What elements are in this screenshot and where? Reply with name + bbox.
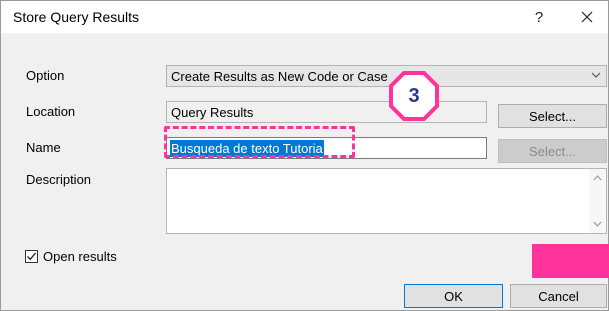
help-button[interactable]: ?: [521, 1, 557, 33]
option-label: Option: [26, 68, 65, 83]
name-selected-text: Busqueda de texto Tutoria: [170, 140, 324, 157]
annotation-pink-block: [532, 244, 609, 278]
location-select-label: Select...: [529, 108, 576, 124]
close-button[interactable]: [567, 1, 607, 33]
option-selected-value: Create Results as New Code or Case: [171, 69, 388, 84]
name-label: Name: [26, 140, 61, 155]
name-input[interactable]: Busqueda de texto Tutoria: [166, 137, 487, 159]
open-results-checkbox[interactable]: Open results: [25, 247, 117, 265]
checkmark-icon: [27, 252, 37, 260]
cancel-button[interactable]: Cancel: [510, 284, 607, 308]
location-select-button[interactable]: Select...: [498, 104, 607, 128]
description-label: Description: [26, 172, 92, 187]
title-bar: Store Query Results ?: [1, 1, 608, 33]
help-label: ?: [534, 8, 544, 26]
ok-button[interactable]: OK: [404, 284, 503, 308]
description-textarea[interactable]: [166, 168, 607, 234]
description-scrollbar[interactable]: [589, 169, 606, 233]
cancel-label: Cancel: [538, 288, 579, 304]
open-results-label: Open results: [43, 248, 117, 264]
scroll-down-icon[interactable]: [589, 217, 606, 231]
dialog-title: Store Query Results: [13, 9, 140, 25]
name-select-button[interactable]: Select...: [498, 139, 607, 163]
location-field: Query Results: [166, 101, 487, 123]
location-value: Query Results: [171, 105, 254, 120]
ok-label: OK: [444, 288, 463, 304]
close-icon: [581, 11, 593, 23]
scroll-up-icon[interactable]: [589, 171, 606, 185]
store-query-results-dialog: Store Query Results ? Option Create Resu…: [0, 0, 609, 311]
option-dropdown[interactable]: Create Results as New Code or Case: [166, 65, 607, 87]
name-select-label: Select...: [529, 143, 576, 159]
chevron-down-icon: [591, 72, 601, 78]
location-label: Location: [26, 104, 76, 119]
checkbox-box[interactable]: [25, 249, 38, 263]
